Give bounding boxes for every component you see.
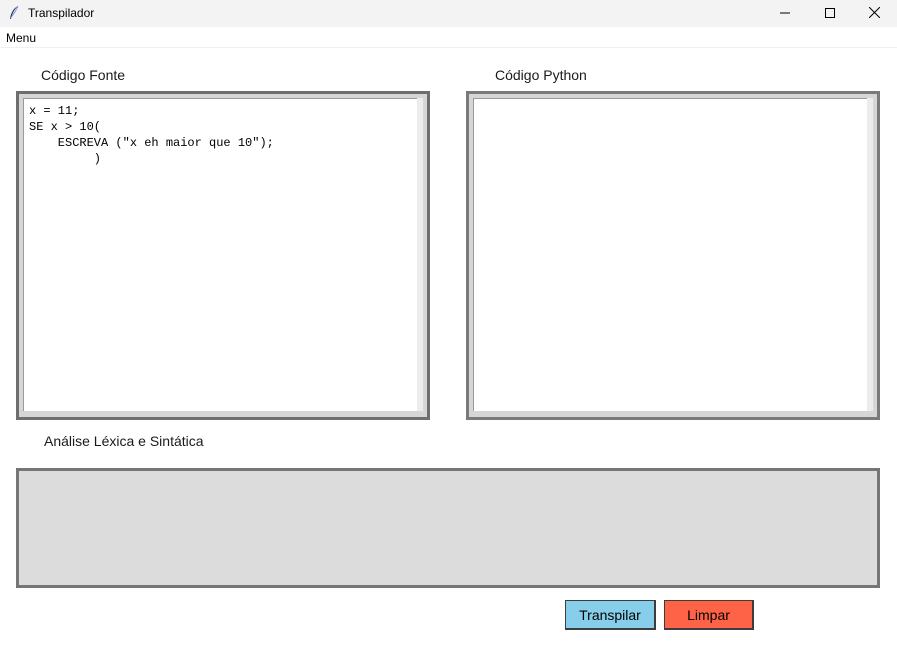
minimize-icon	[779, 5, 790, 23]
menu-bar: Menu	[0, 28, 897, 48]
maximize-button[interactable]	[807, 0, 852, 27]
python-code-frame	[466, 91, 880, 420]
clear-button[interactable]: Limpar	[664, 600, 754, 630]
analysis-label: Análise Léxica e Sintática	[44, 433, 204, 449]
menu-item-menu[interactable]: Menu	[6, 31, 36, 45]
window-title: Transpilador	[28, 6, 95, 20]
source-code-label: Código Fonte	[41, 67, 126, 83]
source-scrollbar[interactable]	[417, 98, 423, 411]
python-scrollbar[interactable]	[867, 98, 873, 411]
title-bar[interactable]: Transpilador	[0, 0, 897, 27]
feather-icon	[8, 5, 20, 21]
python-code-editor[interactable]	[473, 98, 867, 411]
source-code-text: x = 11; SE x > 10( ESCREVA ("x eh maior …	[29, 104, 274, 166]
source-code-frame: x = 11; SE x > 10( ESCREVA ("x eh maior …	[16, 91, 430, 420]
transpile-button[interactable]: Transpilar	[565, 600, 656, 630]
close-button[interactable]	[852, 0, 897, 27]
python-code-label: Código Python	[495, 67, 587, 83]
analysis-output[interactable]	[16, 468, 880, 588]
source-code-editor[interactable]: x = 11; SE x > 10( ESCREVA ("x eh maior …	[23, 98, 417, 411]
minimize-button[interactable]	[762, 0, 807, 27]
app-window: Transpilador Menu Código Fonte Código Py…	[0, 0, 897, 647]
close-icon	[868, 5, 881, 23]
maximize-icon	[824, 5, 835, 23]
